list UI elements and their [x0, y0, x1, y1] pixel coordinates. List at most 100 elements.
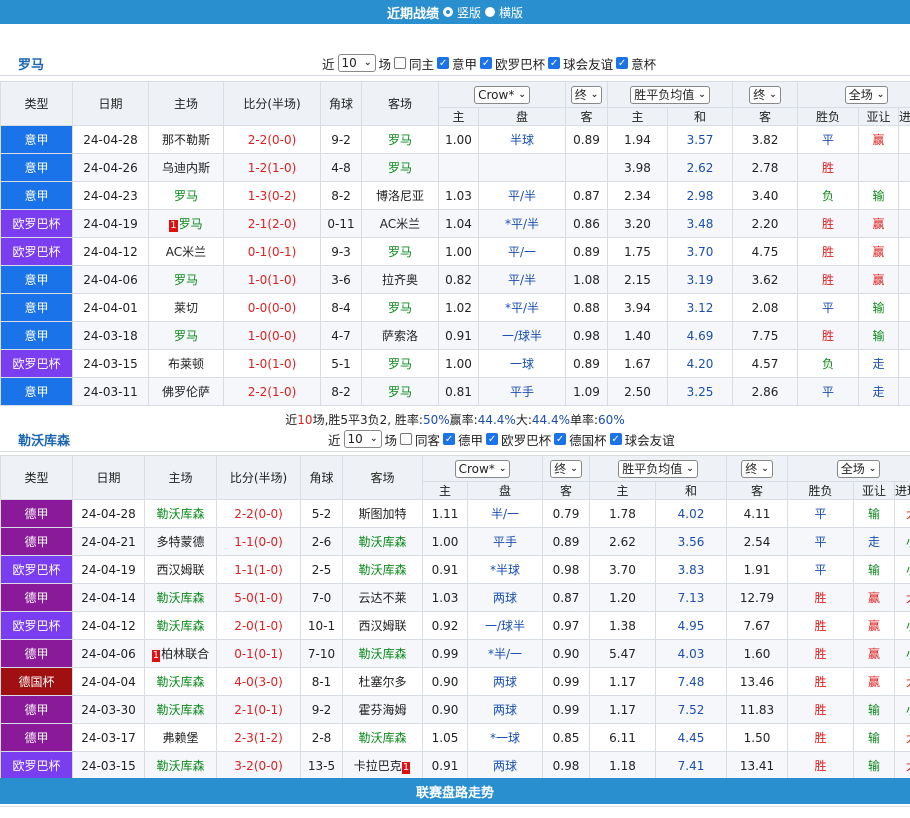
away-team-name[interactable]: 拉齐奥 — [382, 273, 418, 287]
away-team[interactable]: 霍芬海姆 — [342, 695, 423, 724]
table-row[interactable]: 德甲 24-04-28 勒沃库森 2-2(0-0) 5-2 斯图加特 1.11 … — [0, 499, 910, 528]
home-team[interactable]: 西汉姆联 — [144, 555, 217, 584]
away-team[interactable]: 罗马 — [361, 349, 439, 378]
home-team[interactable]: 莱切 — [148, 293, 224, 322]
home-team[interactable]: 勒沃库森 — [144, 751, 217, 780]
home-team-name[interactable]: 多特蒙德 — [156, 535, 204, 549]
home-team-name[interactable]: 罗马 — [174, 189, 198, 203]
radio-horizontal[interactable] — [485, 7, 495, 17]
table-row[interactable]: 意甲 24-04-26 乌迪内斯 1-2(1-0) 4-8 罗马 3.98 2.… — [0, 153, 910, 182]
match-score[interactable]: 2-0(1-0) — [216, 611, 301, 640]
table-row[interactable]: 欧罗巴杯 24-03-15 勒沃库森 3-2(0-0) 13-5 卡拉巴克1 0… — [0, 751, 910, 780]
away-team-name[interactable]: 萨索洛 — [382, 329, 418, 343]
away-team[interactable]: 勒沃库森 — [342, 639, 423, 668]
home-team-name[interactable]: 勒沃库森 — [156, 507, 204, 521]
home-team[interactable]: 罗马 — [148, 181, 224, 210]
away-team[interactable]: 罗马 — [361, 153, 439, 182]
home-team[interactable]: 罗马 — [148, 321, 224, 350]
match-score[interactable]: 0-0(0-0) — [223, 293, 321, 322]
away-team[interactable]: 拉齐奥 — [361, 265, 439, 294]
home-team-name[interactable]: 西汉姆联 — [156, 563, 204, 577]
match-score[interactable]: 1-3(0-2) — [223, 181, 321, 210]
home-team[interactable]: 罗马 — [148, 265, 224, 294]
away-team-name[interactable]: 勒沃库森 — [358, 563, 406, 577]
home-team-name[interactable]: 勒沃库森 — [156, 675, 204, 689]
radio-vertical-label[interactable]: 竖版 — [457, 4, 481, 21]
away-team-name[interactable]: 霍芬海姆 — [358, 703, 406, 717]
home-team[interactable]: 勒沃库森 — [144, 695, 217, 724]
home-team-name[interactable]: 柏林联合 — [161, 647, 209, 661]
odds-time-select[interactable]: 终 ⌄ — [741, 459, 773, 478]
match-score[interactable]: 5-0(1-0) — [216, 583, 301, 612]
table-row[interactable]: 欧罗巴杯 24-04-12 勒沃库森 2-0(1-0) 10-1 西汉姆联 0.… — [0, 611, 910, 640]
home-team[interactable]: 勒沃库森 — [144, 499, 217, 528]
away-team-name[interactable]: 罗马 — [388, 385, 412, 399]
home-team-name[interactable]: 勒沃库森 — [156, 591, 204, 605]
match-score[interactable]: 0-1(0-1) — [216, 639, 301, 668]
home-team-name[interactable]: 罗马 — [179, 217, 203, 231]
home-team-name[interactable]: 布莱顿 — [168, 357, 204, 371]
table-row[interactable]: 意甲 24-04-06 罗马 1-0(1-0) 3-6 拉齐奥 0.82 平/半… — [0, 265, 910, 294]
home-team[interactable]: 那不勒斯 — [148, 125, 224, 154]
table-row[interactable]: 意甲 24-03-18 罗马 1-0(0-0) 4-7 萨索洛 0.91 一/球… — [0, 321, 910, 350]
away-team[interactable]: 罗马 — [361, 293, 439, 322]
match-score[interactable]: 1-2(1-0) — [223, 153, 321, 182]
away-team-name[interactable]: 勒沃库森 — [358, 731, 406, 745]
home-team-name[interactable]: 莱切 — [174, 301, 198, 315]
away-team-name[interactable]: 西汉姆联 — [358, 619, 406, 633]
filter-checkbox[interactable]: ✓ — [480, 57, 493, 69]
filter-checkbox[interactable]: ✓ — [443, 433, 456, 445]
table-row[interactable]: 德国杯 24-04-04 勒沃库森 4-0(3-0) 8-1 杜塞尔多 0.90… — [0, 667, 910, 696]
home-team[interactable]: 乌迪内斯 — [148, 153, 224, 182]
away-team-name[interactable]: 罗马 — [388, 161, 412, 175]
filter-checkbox[interactable] — [400, 433, 413, 445]
away-team-name[interactable]: 斯图加特 — [358, 507, 406, 521]
home-team[interactable]: 弗赖堡 — [144, 723, 217, 752]
radio-horizontal-label[interactable]: 横版 — [499, 4, 523, 21]
home-team-name[interactable]: 弗赖堡 — [162, 731, 198, 745]
match-score[interactable]: 2-1(2-0) — [223, 209, 321, 238]
home-team-name[interactable]: 勒沃库森 — [156, 619, 204, 633]
away-team-name[interactable]: 卡拉巴克 — [354, 759, 402, 773]
away-team[interactable]: 杜塞尔多 — [342, 667, 423, 696]
home-team[interactable]: AC米兰 — [148, 237, 224, 266]
match-score[interactable]: 1-0(0-0) — [223, 321, 321, 350]
home-team[interactable]: 布莱顿 — [148, 349, 224, 378]
match-score[interactable]: 1-1(1-0) — [216, 555, 301, 584]
handicap-time-select[interactable]: 终 ⌄ — [550, 459, 582, 478]
odds-type-select[interactable]: 胜平负均值 ⌄ — [618, 459, 698, 478]
filter-checkbox[interactable]: ✓ — [554, 433, 567, 445]
away-team[interactable]: 罗马 — [361, 125, 439, 154]
home-team-name[interactable]: 罗马 — [174, 273, 198, 287]
home-team-name[interactable]: 罗马 — [174, 329, 198, 343]
home-team-name[interactable]: 勒沃库森 — [156, 759, 204, 773]
filter-checkbox-label[interactable]: 同主 — [409, 54, 434, 73]
match-score[interactable]: 0-1(0-1) — [223, 237, 321, 266]
table-row[interactable]: 德甲 24-03-17 弗赖堡 2-3(1-2) 2-8 勒沃库森 1.05 *… — [0, 723, 910, 752]
away-team-name[interactable]: 罗马 — [388, 301, 412, 315]
table-row[interactable]: 意甲 24-03-11 佛罗伦萨 2-2(1-0) 8-2 罗马 0.81 平手… — [0, 377, 910, 406]
company-select[interactable]: Crow* ⌄ — [454, 459, 511, 478]
filter-checkbox[interactable]: ✓ — [548, 57, 561, 69]
company-select[interactable]: Crow* ⌄ — [474, 85, 530, 104]
away-team-name[interactable]: AC米兰 — [380, 217, 420, 231]
away-team-name[interactable]: 勒沃库森 — [358, 535, 406, 549]
match-score[interactable]: 4-0(3-0) — [216, 667, 301, 696]
filter-checkbox-label[interactable]: 德国杯 — [569, 430, 607, 449]
away-team[interactable]: 罗马 — [361, 377, 439, 406]
away-team[interactable]: 萨索洛 — [361, 321, 439, 350]
away-team-name[interactable]: 博洛尼亚 — [376, 189, 424, 203]
home-team[interactable]: 佛罗伦萨 — [148, 377, 224, 406]
away-team-name[interactable]: 罗马 — [388, 133, 412, 147]
match-score[interactable]: 3-2(0-0) — [216, 751, 301, 780]
match-count-select[interactable]: 10 ⌄ — [343, 430, 382, 448]
match-score[interactable]: 2-1(0-1) — [216, 695, 301, 724]
away-team[interactable]: 勒沃库森 — [342, 527, 423, 556]
home-team[interactable]: 勒沃库森 — [144, 667, 217, 696]
filter-checkbox[interactable]: ✓ — [486, 433, 499, 445]
filter-checkbox[interactable]: ✓ — [616, 57, 629, 69]
table-row[interactable]: 欧罗巴杯 24-04-19 1 罗马 2-1(2-0) 0-11 AC米兰 1.0… — [0, 209, 910, 238]
match-score[interactable]: 1-1(0-0) — [216, 527, 301, 556]
filter-checkbox-label[interactable]: 同客 — [415, 430, 440, 449]
home-team[interactable]: 1 柏林联合 — [144, 639, 217, 668]
